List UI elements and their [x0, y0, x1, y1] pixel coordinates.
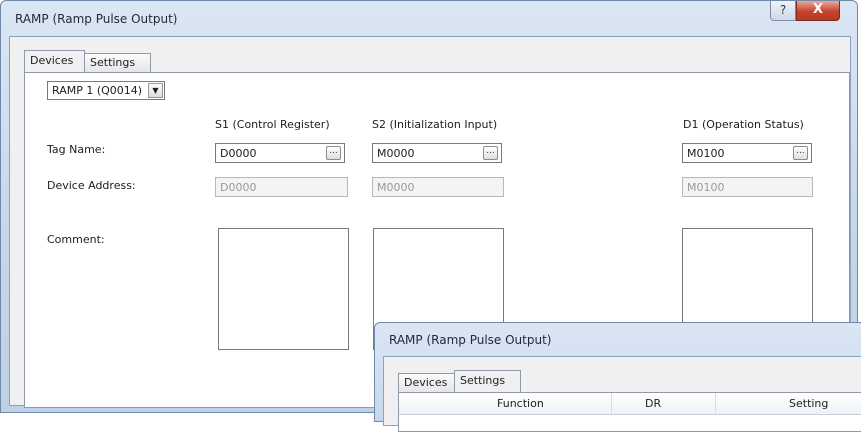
s2-tag-name-input[interactable]: M0000 ...: [372, 143, 502, 163]
column-header-d1: D1 (Operation Status): [683, 118, 804, 131]
tab-devices[interactable]: Devices: [24, 50, 85, 72]
d1-device-address: M0100: [682, 177, 813, 197]
grid-header-dr[interactable]: DR: [645, 397, 661, 410]
grid-header-setting[interactable]: Setting: [789, 397, 828, 410]
close-button[interactable]: X: [796, 1, 840, 21]
device-address-label: Device Address:: [47, 179, 136, 192]
settings-dialog-window: RAMP (Ramp Pulse Output) Devices Setting…: [374, 322, 861, 432]
column-header-s2: S2 (Initialization Input): [372, 118, 498, 131]
s2-device-address: M0000: [372, 177, 504, 197]
d1-tag-name-input[interactable]: M0100 ...: [682, 143, 812, 163]
s1-tag-name-value: D0000: [220, 147, 257, 160]
grid-column-divider: [715, 393, 716, 415]
instance-select[interactable]: RAMP 1 (Q0014) ▼: [47, 81, 165, 100]
help-button[interactable]: ?: [770, 1, 796, 21]
tab-devices-2[interactable]: Devices: [398, 373, 455, 392]
s1-tag-name-input[interactable]: D0000 ...: [215, 143, 345, 163]
s1-device-address: D0000: [215, 177, 348, 197]
grid-header-function[interactable]: Function: [497, 397, 544, 410]
tab-settings[interactable]: Settings: [84, 53, 151, 72]
s2-tag-name-value: M0000: [377, 147, 415, 160]
tab-settings-2[interactable]: Settings: [454, 370, 521, 392]
d1-tag-name-value: M0100: [687, 147, 725, 160]
column-header-s1: S1 (Control Register): [215, 118, 330, 131]
s2-browse-button[interactable]: ...: [483, 146, 498, 160]
instance-select-value: RAMP 1 (Q0014): [52, 84, 143, 97]
grid-column-divider: [611, 393, 612, 415]
settings-panel: Function DR Setting: [398, 392, 861, 432]
settings-window-title: RAMP (Ramp Pulse Output): [389, 333, 552, 347]
window-title: RAMP (Ramp Pulse Output): [15, 12, 178, 26]
s1-browse-button[interactable]: ...: [326, 146, 341, 160]
comment-label: Comment:: [47, 233, 105, 246]
tag-name-label: Tag Name:: [47, 143, 106, 156]
s1-comment-input[interactable]: [218, 228, 349, 350]
d1-browse-button[interactable]: ...: [793, 146, 808, 160]
settings-grid-header: Function DR Setting: [399, 393, 861, 415]
chevron-down-icon[interactable]: ▼: [148, 83, 163, 98]
